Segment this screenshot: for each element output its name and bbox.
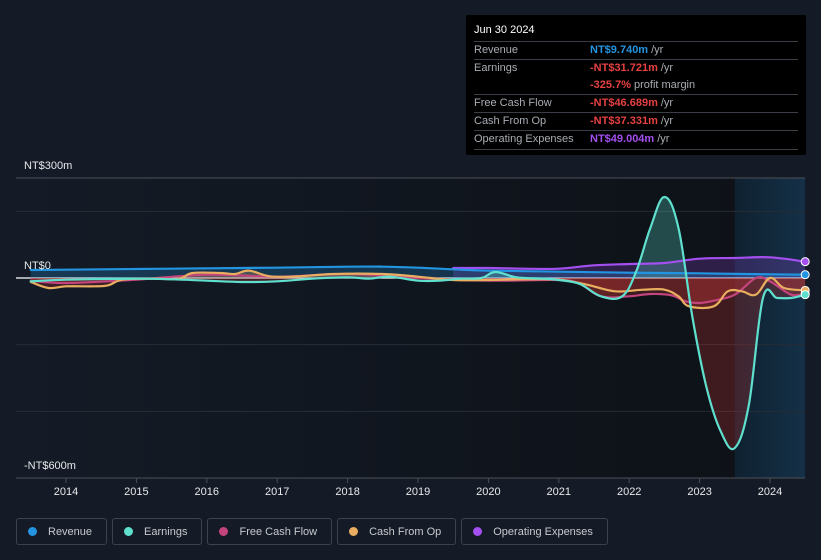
tooltip-panel: Jun 30 2024 Revenue NT$9.740m /yr Earnin… xyxy=(466,15,806,155)
tooltip-unit: /yr xyxy=(651,44,664,56)
tooltip-row-cash-from-op: Cash From Op -NT$37.331m /yr xyxy=(474,112,798,130)
legend-label: Cash From Op xyxy=(369,525,442,538)
legend-label: Free Cash Flow xyxy=(239,525,318,538)
tooltip-value: -NT$31.721m xyxy=(590,62,658,74)
tooltip-label: Revenue xyxy=(474,44,519,56)
legend-label: Revenue xyxy=(48,525,93,538)
legend-label: Earnings xyxy=(144,525,188,538)
earnings-end-marker xyxy=(800,290,810,300)
tooltip-label xyxy=(474,77,590,94)
tooltip-value: -325.7% xyxy=(590,79,631,91)
x-tick-label: 2019 xyxy=(406,486,430,498)
x-tick-label: 2024 xyxy=(758,486,782,498)
x-tick-label: 2018 xyxy=(335,486,359,498)
tooltip-label: Operating Expenses xyxy=(474,133,574,145)
y-label-zero: NT$0 xyxy=(24,260,51,272)
x-tick-label: 2015 xyxy=(124,486,148,498)
y-label-bottom: -NT$600m xyxy=(24,460,76,472)
legend-dot-icon xyxy=(349,527,359,536)
x-tick-label: 2020 xyxy=(476,486,500,498)
x-tick-label: 2014 xyxy=(54,486,78,498)
legend-item-earnings[interactable]: Earnings xyxy=(112,518,203,545)
tooltip-value: NT$49.004m xyxy=(590,133,655,145)
tooltip-value: -NT$37.331m xyxy=(590,115,658,127)
legend-item-cash-from-op[interactable]: Cash From Op xyxy=(337,518,457,545)
legend-dot-icon xyxy=(28,527,37,536)
tooltip-unit: /yr xyxy=(660,97,674,109)
tooltip-row-earnings: Earnings -NT$31.721m /yr xyxy=(474,59,798,77)
tooltip-row-profit-margin: -325.7% profit margin xyxy=(474,77,798,94)
x-tick-label: 2022 xyxy=(617,486,641,498)
legend-item-free-cash-flow[interactable]: Free Cash Flow xyxy=(207,518,333,545)
tooltip-divider xyxy=(474,149,798,150)
x-tick-label: 2023 xyxy=(687,486,711,498)
tooltip-row-revenue: Revenue NT$9.740m /yr xyxy=(474,42,798,59)
tooltip-label: Earnings xyxy=(474,62,518,74)
tooltip-value: NT$9.740m xyxy=(590,44,649,56)
x-tick-label: 2017 xyxy=(265,486,289,498)
legend-label: Operating Expenses xyxy=(493,525,593,538)
plot-background xyxy=(16,178,805,478)
tooltip-unit: profit margin xyxy=(633,79,696,91)
tooltip-unit: /yr xyxy=(657,133,670,145)
chart-legend: Revenue Earnings Free Cash Flow Cash Fro… xyxy=(16,518,608,545)
tooltip-row-free-cash-flow: Free Cash Flow -NT$46.689m /yr xyxy=(474,94,798,112)
legend-dot-icon xyxy=(473,527,483,536)
tooltip-label: Free Cash Flow xyxy=(474,97,552,109)
tooltip-label: Cash From Op xyxy=(474,115,547,127)
operating-expenses-end-marker xyxy=(800,257,810,267)
legend-item-operating-expenses[interactable]: Operating Expenses xyxy=(461,518,608,545)
legend-dot-icon xyxy=(219,527,229,536)
y-label-top: NT$300m xyxy=(24,160,73,172)
x-tick-label: 2021 xyxy=(547,486,571,498)
revenue-end-marker xyxy=(800,270,810,280)
tooltip-row-operating-expenses: Operating Expenses NT$49.004m /yr xyxy=(474,130,798,148)
tooltip-date: Jun 30 2024 xyxy=(474,23,798,42)
tooltip-unit: /yr xyxy=(660,62,674,74)
x-tick-label: 2016 xyxy=(195,486,219,498)
tooltip-unit: /yr xyxy=(660,115,674,127)
tooltip-value: -NT$46.689m xyxy=(590,97,658,109)
legend-dot-icon xyxy=(124,527,134,536)
legend-item-revenue[interactable]: Revenue xyxy=(16,518,108,545)
